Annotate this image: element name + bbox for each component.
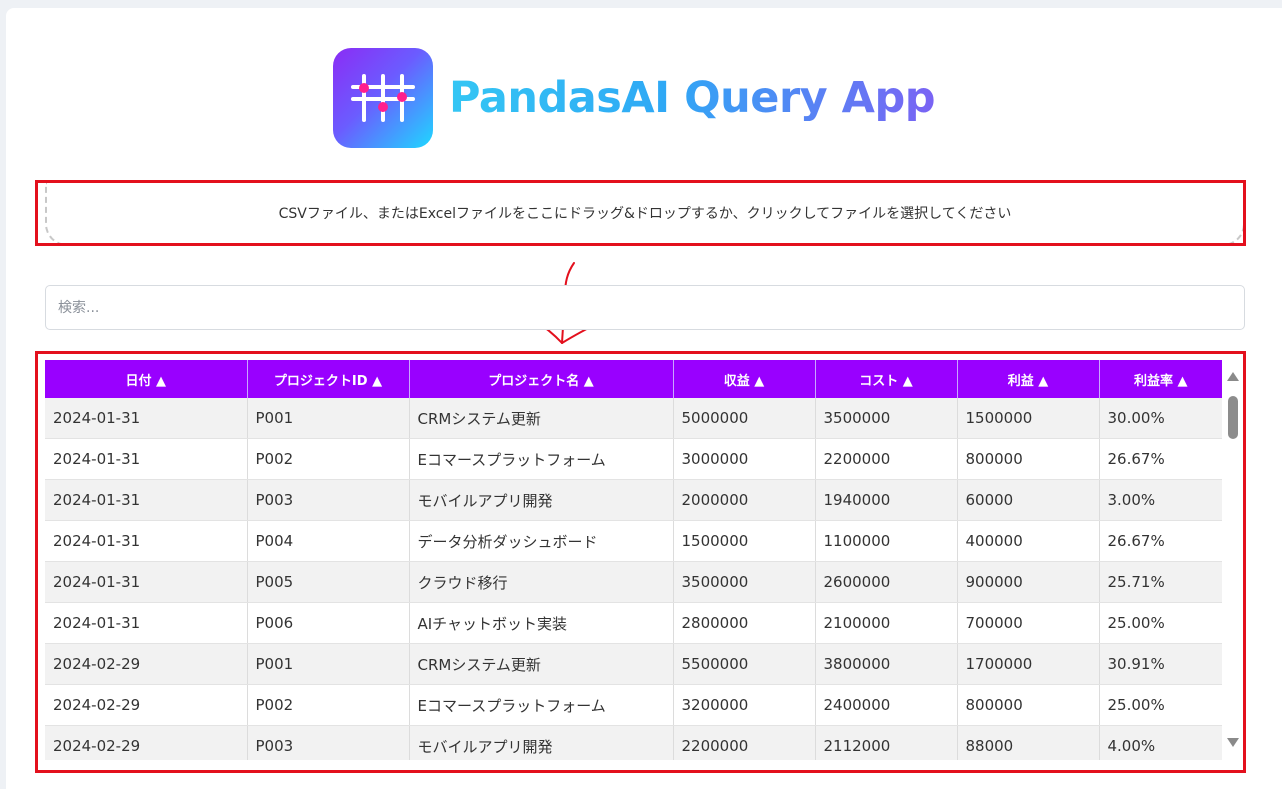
sliders-icon xyxy=(333,48,433,148)
search-input[interactable] xyxy=(45,285,1245,330)
app-title: PandasAI Query App xyxy=(449,66,936,130)
annotation-box-dropzone xyxy=(35,180,1246,246)
annotation-box-table xyxy=(35,351,1246,773)
